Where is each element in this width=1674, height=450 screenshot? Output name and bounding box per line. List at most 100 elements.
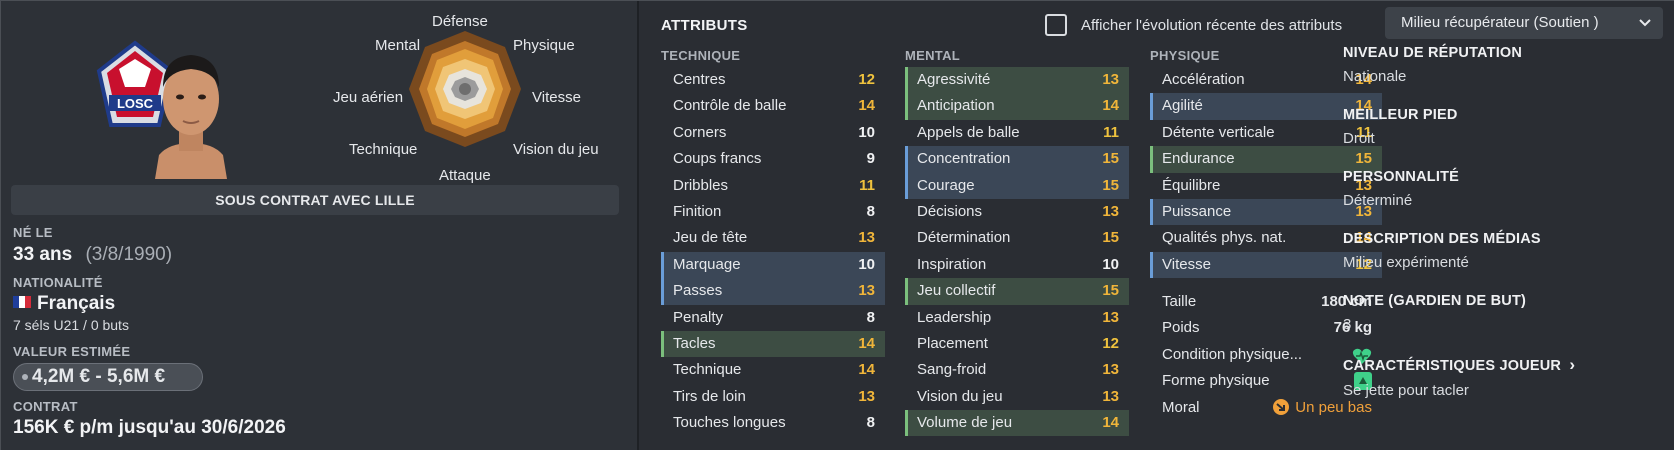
attribute-row[interactable]: Finition 8 (661, 199, 885, 225)
attribute-name: Centres (673, 71, 726, 88)
attribute-value: 10 (858, 255, 875, 273)
attribute-row[interactable]: Placement 12 (905, 331, 1129, 357)
player-traits-link[interactable]: CARACTÉRISTIQUES JOUEUR › (1343, 355, 1663, 375)
nationality-label: NATIONALITÉ (13, 275, 103, 290)
mental-column: Agressivité 13 Anticipation 14 Appels de bal… (905, 67, 1129, 437)
preferred-foot-label: MEILLEUR PIED (1343, 107, 1458, 123)
attribute-value: 12 (1102, 334, 1119, 352)
attribute-value: 11 (859, 176, 875, 194)
contract-value: 156K € p/m jusqu'au 30/6/2026 (13, 417, 286, 438)
player-traits-block[interactable]: CARACTÉRISTIQUES JOUEUR › Se jette pour … (1343, 355, 1663, 399)
attribute-value: 14 (858, 361, 875, 379)
chevron-down-icon (1639, 19, 1651, 27)
attribute-value: 8 (866, 202, 875, 220)
personality-value: Déterminé (1343, 192, 1413, 209)
player-profile-panel: LOSC Défense Physique Vitesse Vision du … (0, 0, 1674, 450)
attribute-value: 13 (1102, 361, 1119, 379)
reputation-block: NIVEAU DE RÉPUTATION Nationale (1343, 45, 1522, 85)
show-evolution-checkbox[interactable] (1045, 14, 1067, 36)
attribute-name: Qualités phys. nat. (1162, 229, 1287, 247)
personality-label: PERSONNALITÉ (1343, 169, 1459, 185)
age-value: 33 ans (13, 244, 73, 265)
attribute-row[interactable]: Inspiration 10 (905, 252, 1129, 278)
attribute-name: Leadership (917, 308, 992, 326)
weight-label: Poids (1162, 319, 1200, 337)
attribute-name: Endurance (1162, 150, 1235, 168)
gk-rating-block: NOTE (GARDIEN DE BUT) 3 (1343, 293, 1526, 333)
attribute-row[interactable]: Penalty 8 (661, 305, 885, 331)
attribute-row[interactable]: Décisions 13 (905, 199, 1129, 225)
attribute-row[interactable]: Tacles 14 (661, 330, 885, 358)
attribute-name: Touches longues (673, 414, 786, 432)
mental-header: MENTAL (905, 48, 960, 63)
show-evolution-label[interactable]: Afficher l'évolution récente des attribu… (1081, 17, 1342, 34)
radar-label-mental: Mental (375, 37, 421, 54)
attribute-name: Vision du jeu (917, 387, 1003, 405)
attribute-row[interactable]: Volume de jeu 14 (905, 410, 1129, 437)
nationality-line[interactable]: Français (13, 293, 115, 315)
attribute-name: Accélération (1162, 71, 1245, 88)
attribute-name: Coups francs (673, 150, 762, 168)
reputation-value: Nationale (1343, 68, 1407, 85)
attribute-name: Corners (673, 123, 727, 141)
attribute-name: Contrôle de balle (673, 97, 787, 115)
attribute-name: Technique (673, 361, 742, 379)
role-dropdown[interactable]: Milieu récupérateur (Soutien ) (1385, 7, 1663, 39)
attribute-row[interactable]: Touches longues 8 (661, 410, 885, 436)
attribute-value: 14 (858, 334, 875, 352)
attribute-row[interactable]: Vision du jeu 13 (905, 384, 1129, 410)
attribute-value: 15 (1102, 282, 1119, 300)
attribute-row[interactable]: Courage 15 (905, 172, 1129, 199)
attribute-row[interactable]: Détermination 15 (905, 225, 1129, 251)
attribute-row[interactable]: Technique 14 (661, 357, 885, 383)
caps-text: 7 séls U21 / 0 buts (13, 317, 129, 333)
morale-label: Moral (1162, 398, 1200, 416)
attribute-name: Vitesse (1162, 255, 1211, 273)
attribute-row[interactable]: Anticipation 14 (905, 93, 1129, 120)
attribute-name: Équilibre (1162, 176, 1221, 194)
technique-header: TECHNIQUE (661, 48, 741, 63)
radar-label-vitesse: Vitesse (532, 89, 581, 106)
attribute-row[interactable]: Sang-froid 13 (905, 357, 1129, 383)
attribute-row[interactable]: Dribbles 11 (661, 173, 885, 199)
attribute-value: 15 (1102, 176, 1119, 194)
role-dropdown-value: Milieu récupérateur (Soutien ) (1401, 14, 1599, 31)
form-label: Forme physique (1162, 372, 1270, 390)
attribute-row[interactable]: Centres 12 (661, 67, 885, 93)
physique-header: PHYSIQUE (1150, 48, 1220, 63)
attribute-row[interactable]: Contrôle de balle 14 (661, 93, 885, 119)
age-line: 33 ans (3/8/1990) (13, 244, 172, 266)
attribute-row[interactable]: Corners 10 (661, 120, 885, 146)
arrow-down-right-icon (1273, 398, 1290, 415)
attribute-name: Passes (673, 282, 723, 300)
attribute-name: Décisions (917, 202, 983, 220)
attribute-value: 8 (866, 414, 875, 432)
attribute-row[interactable]: Jeu de tête 13 (661, 225, 885, 251)
attribute-name: Détente verticale (1162, 123, 1275, 141)
player-summary-pane: LOSC Défense Physique Vitesse Vision du … (1, 1, 637, 450)
attribute-name: Concentration (917, 150, 1011, 168)
attribute-name: Tirs de loin (673, 387, 746, 405)
attribute-row[interactable]: Concentration 15 (905, 146, 1129, 173)
attribute-name: Finition (673, 202, 722, 220)
attribute-row[interactable]: Appels de balle 11 (905, 120, 1129, 146)
attribute-row[interactable]: Tirs de loin 13 (661, 384, 885, 410)
preferred-foot-value: Droit (1343, 130, 1375, 147)
attributes-pane: ATTRIBUTS Afficher l'évolution récente d… (639, 1, 1674, 450)
estimated-value-pill[interactable]: 4,2M € - 5,6M € (13, 363, 203, 391)
condition-label: Condition physique... (1162, 345, 1303, 363)
attribute-name: Courage (917, 176, 975, 194)
attribute-row[interactable]: Passes 13 (661, 278, 885, 305)
media-description-label: DESCRIPTION DES MÉDIAS (1343, 231, 1541, 247)
attribute-row[interactable]: Marquage 10 (661, 251, 885, 279)
radar-label-attaque: Attaque (439, 167, 491, 184)
attribute-value: 13 (858, 387, 875, 405)
attribute-value: 10 (858, 123, 875, 141)
attribute-name: Puissance (1162, 202, 1232, 220)
attribute-row[interactable]: Agressivité 13 (905, 67, 1129, 94)
attribute-row[interactable]: Jeu collectif 15 (905, 278, 1129, 305)
attribute-row[interactable]: Coups francs 9 (661, 146, 885, 172)
technique-column: Centres 12 Contrôle de balle 14 Corners 10 Cou… (661, 67, 885, 436)
attribute-row[interactable]: Leadership 13 (905, 305, 1129, 331)
contract-label: CONTRAT (13, 399, 78, 414)
